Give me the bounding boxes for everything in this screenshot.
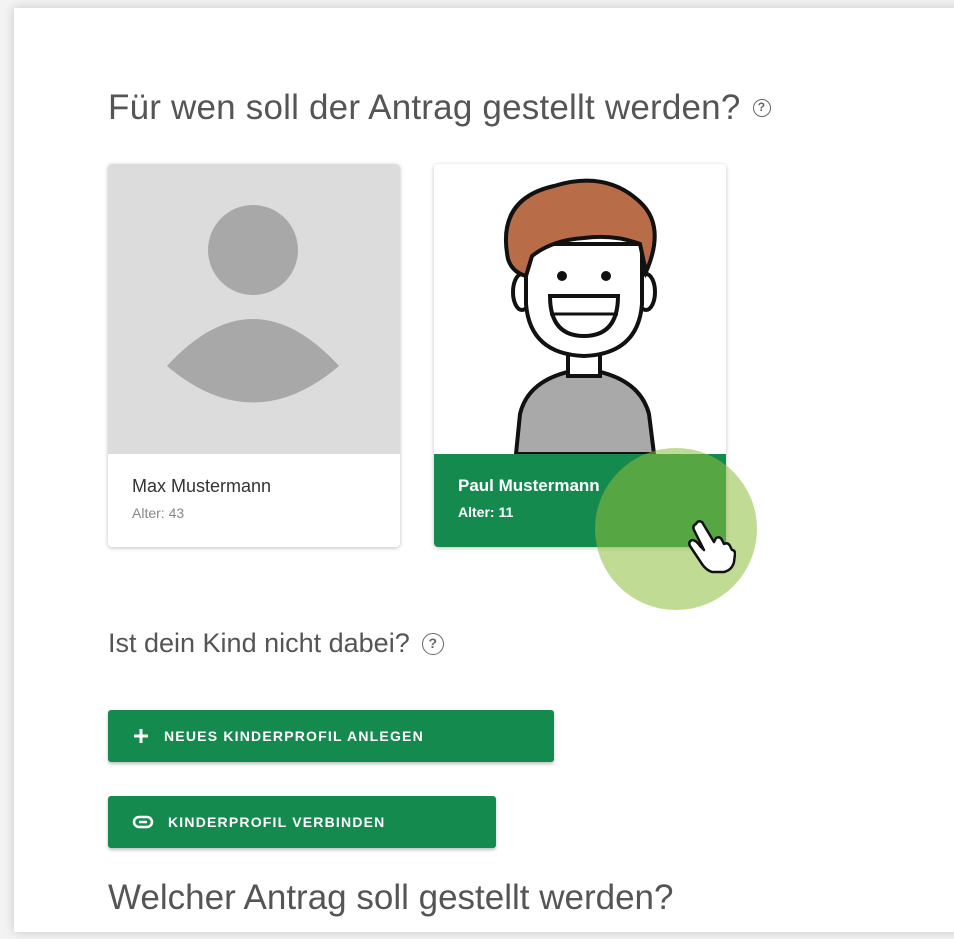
profile-image <box>108 164 400 454</box>
profile-age: Alter: 43 <box>132 505 185 521</box>
profile-info: Max Mustermann Alter: 43 <box>108 454 400 547</box>
link-icon <box>132 815 154 829</box>
button-label: NEUES KINDERPROFIL ANLEGEN <box>164 728 424 744</box>
help-circle-icon[interactable]: ? <box>421 632 444 655</box>
section-heading: Welcher Antrag soll gestellt werden? <box>108 878 674 917</box>
connect-child-profile-button[interactable]: KINDERPROFIL VERBINDEN <box>108 796 496 848</box>
profile-image <box>434 164 726 456</box>
help-circle-icon[interactable]: ? <box>752 99 771 117</box>
hand-pointer-cursor-icon <box>688 520 736 574</box>
button-label: KINDERPROFIL VERBINDEN <box>168 814 386 830</box>
subheading-text: Ist dein Kind nicht dabei? <box>108 628 410 658</box>
new-child-profile-button[interactable]: NEUES KINDERPROFIL ANLEGEN <box>108 710 554 762</box>
cartoon-boy-avatar-icon <box>503 178 657 456</box>
sub-heading: Ist dein Kind nicht dabei? ? <box>108 628 444 659</box>
heading-text: Für wen soll der Antrag gestellt werden? <box>108 88 741 127</box>
person-placeholder-icon <box>167 205 339 403</box>
profile-card-max[interactable]: Max Mustermann Alter: 43 <box>108 164 400 547</box>
plus-icon <box>132 727 150 745</box>
page-heading: Für wen soll der Antrag gestellt werden?… <box>108 88 771 128</box>
profile-name: Max Mustermann <box>132 476 272 496</box>
main-panel: Für wen soll der Antrag gestellt werden?… <box>14 8 954 932</box>
